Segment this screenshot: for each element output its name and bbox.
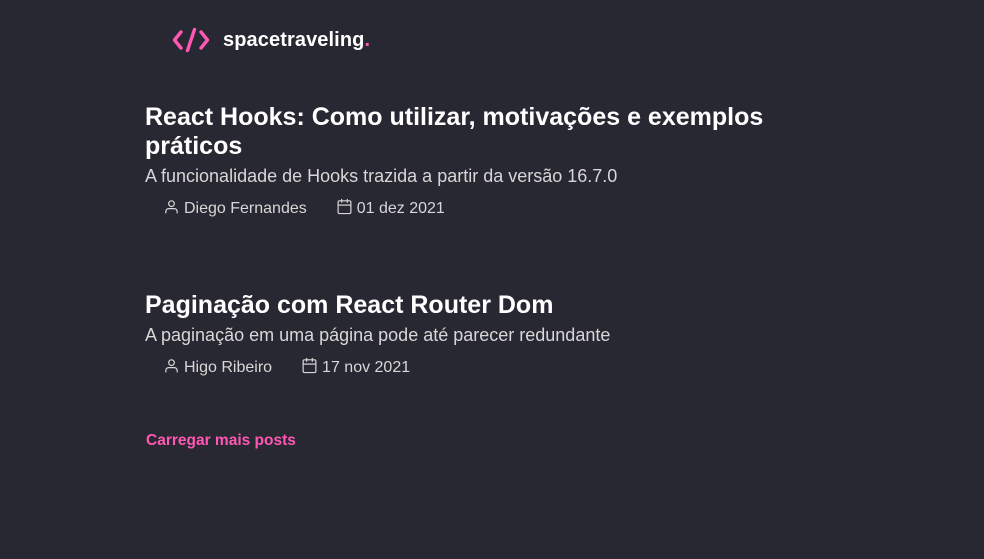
post-info: Diego Fernandes 01 dez 2021 xyxy=(145,194,825,224)
user-icon xyxy=(165,358,178,372)
post-author: Diego Fernandes xyxy=(163,194,307,224)
post-date: 01 dez 2021 xyxy=(336,194,445,224)
post-item[interactable]: React Hooks: Como utilizar, motivações e… xyxy=(145,103,825,224)
post-list: React Hooks: Como utilizar, motivações e… xyxy=(145,103,825,383)
post-subtitle: A funcionalidade de Hooks trazida a part… xyxy=(145,166,618,186)
calendar-icon xyxy=(337,198,352,214)
post-date-text: 17 nov 2021 xyxy=(322,359,411,376)
logo-dot: . xyxy=(364,29,371,51)
post-author: Higo Ribeiro xyxy=(163,353,272,383)
code-brackets-icon xyxy=(172,27,210,53)
user-icon xyxy=(165,199,178,213)
logo-text: spacetraveling xyxy=(223,29,365,51)
logo-link[interactable]: spacetraveling. xyxy=(172,27,370,53)
post-author-name: Diego Fernandes xyxy=(184,200,307,217)
home-page: spacetraveling. React Hooks: Como utiliz… xyxy=(0,0,984,559)
post-title[interactable]: Paginação com React Router Dom xyxy=(145,291,825,320)
post-info: Higo Ribeiro 17 nov 2021 xyxy=(145,353,825,383)
post-date-text: 01 dez 2021 xyxy=(356,200,445,217)
calendar-icon xyxy=(302,357,317,373)
post-date: 17 nov 2021 xyxy=(301,353,410,383)
post-item[interactable]: Paginação com React Router Dom A paginaç… xyxy=(145,291,825,383)
post-title[interactable]: React Hooks: Como utilizar, motivações e… xyxy=(145,103,825,161)
load-more-button[interactable]: Carregar mais posts xyxy=(146,430,296,452)
post-subtitle: A paginação em uma página pode até parec… xyxy=(145,325,611,345)
post-author-name: Higo Ribeiro xyxy=(184,359,273,376)
